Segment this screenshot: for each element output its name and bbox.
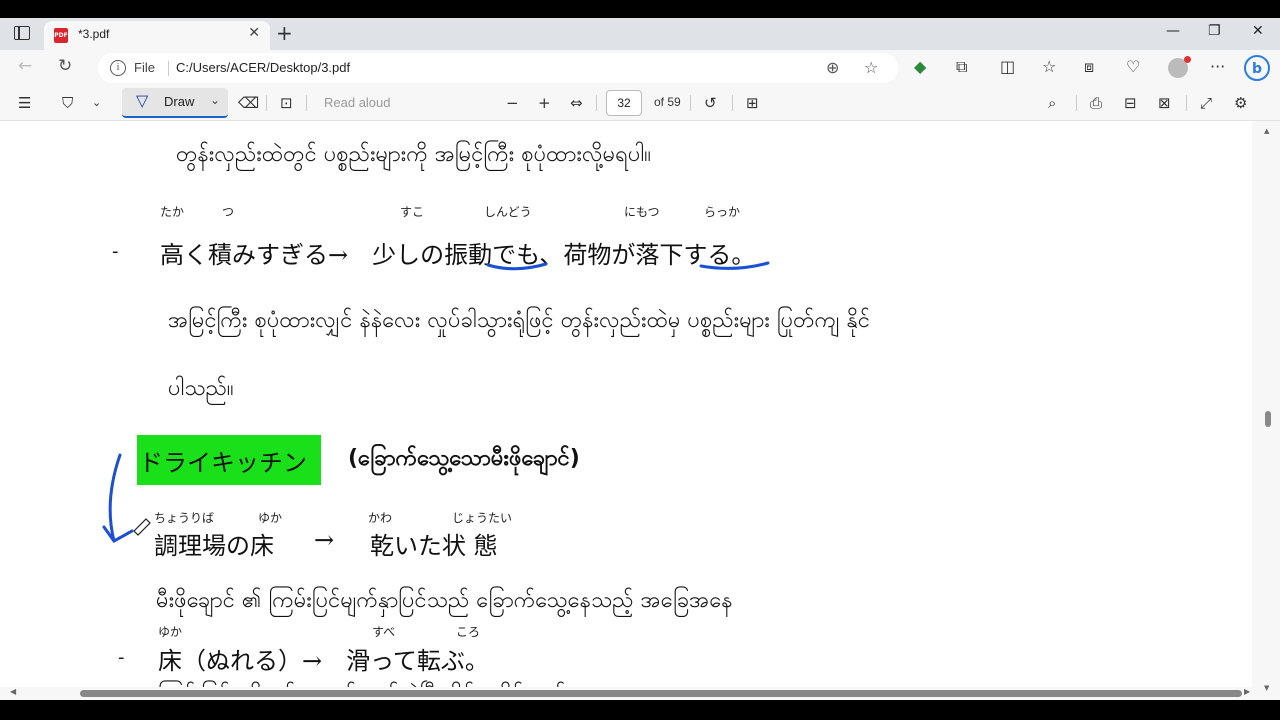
- back-arrow-icon[interactable]: ←: [18, 56, 32, 76]
- collections-icon[interactable]: ⧈: [1084, 57, 1094, 77]
- tab-actions-icon[interactable]: [14, 26, 30, 40]
- divider: [266, 95, 267, 111]
- divider: [306, 95, 307, 111]
- scroll-up-icon[interactable]: ▲: [1264, 127, 1269, 135]
- extension-icon[interactable]: ◆: [914, 57, 926, 76]
- favorite-star-icon[interactable]: ☆: [864, 58, 878, 77]
- scroll-left-icon[interactable]: ◀: [10, 687, 16, 696]
- page-number-input[interactable]: 32: [606, 90, 642, 116]
- save-icon[interactable]: ⊟: [1124, 94, 1137, 112]
- close-window-button[interactable]: ✕: [1252, 23, 1264, 39]
- divider: [596, 95, 597, 111]
- info-icon[interactable]: i: [110, 60, 126, 76]
- url-text[interactable]: C:/Users/ACER/Desktop/3.pdf: [176, 60, 350, 75]
- split-screen-icon[interactable]: ◫: [1000, 57, 1015, 76]
- zoom-in-icon[interactable]: +: [538, 94, 551, 112]
- scroll-right-icon[interactable]: ▶: [1244, 687, 1250, 696]
- zoom-out-icon[interactable]: −: [506, 94, 519, 112]
- read-aloud-button[interactable]: Read aloud: [324, 95, 391, 110]
- fit-to-width-icon[interactable]: ⇔: [570, 94, 583, 112]
- horizontal-scrollbar[interactable]: ◀ ▶: [0, 687, 1252, 700]
- browser-window: PDF *3.pdf ✕ + — ❐ ✕ ← ↻ i File C:/Users…: [0, 18, 1280, 700]
- fullscreen-icon[interactable]: ⤢: [1200, 94, 1212, 112]
- search-icon[interactable]: ⌕: [1048, 94, 1056, 112]
- extensions-puzzle-icon[interactable]: ⧉: [956, 57, 967, 77]
- minimize-button[interactable]: —: [1166, 23, 1180, 39]
- more-menu-icon[interactable]: ···: [1210, 57, 1225, 76]
- divider: [1186, 95, 1187, 111]
- eraser-icon[interactable]: ⌫: [238, 94, 259, 112]
- address-bar[interactable]: i File C:/Users/ACER/Desktop/3.pdf ⊕ ☆: [98, 53, 898, 83]
- scroll-down-icon[interactable]: ▼: [1264, 684, 1269, 692]
- divider: [690, 95, 691, 111]
- chevron-down-icon[interactable]: ⌄: [92, 96, 101, 109]
- chevron-down-icon[interactable]: ⌄: [210, 93, 220, 107]
- rotate-icon[interactable]: ↺: [704, 94, 717, 112]
- favorites-icon[interactable]: ☆: [1042, 57, 1056, 76]
- divider: [732, 95, 733, 111]
- divider: [1076, 95, 1077, 111]
- draw-button[interactable]: ▽ Draw ⌄: [122, 88, 228, 118]
- ink-arrow: [102, 453, 134, 543]
- new-tab-button[interactable]: +: [276, 21, 293, 45]
- browser-essentials-icon[interactable]: ♡: [1126, 57, 1140, 76]
- tab-title: *3.pdf: [78, 27, 110, 41]
- add-text-icon[interactable]: ⊡: [280, 94, 293, 112]
- vertical-scrollbar[interactable]: ▲ ▼: [1252, 121, 1280, 700]
- copilot-icon[interactable]: b: [1244, 55, 1270, 81]
- save-as-icon[interactable]: ⊠: [1158, 94, 1171, 112]
- print-icon[interactable]: ⎙: [1090, 94, 1102, 112]
- page-total-label: of 59: [654, 95, 681, 109]
- tab-close-icon[interactable]: ✕: [248, 25, 260, 41]
- pen-cursor-icon: [133, 518, 151, 536]
- divider: [168, 61, 169, 76]
- draw-pen-icon: ▽: [136, 91, 149, 110]
- settings-gear-icon[interactable]: ⚙: [1234, 94, 1247, 112]
- scheme-label: File: [134, 60, 155, 75]
- zoom-icon[interactable]: ⊕: [826, 58, 839, 77]
- tab-pdf[interactable]: PDF *3.pdf ✕: [44, 21, 270, 50]
- profile-avatar[interactable]: [1168, 56, 1191, 78]
- page-view-icon[interactable]: ⊞: [746, 94, 759, 112]
- ink-underline-rakka: [699, 261, 770, 270]
- refresh-icon[interactable]: ↻: [58, 56, 72, 76]
- pdf-file-icon: PDF: [54, 28, 68, 43]
- ink-underline-shindou: [486, 262, 548, 271]
- tab-strip: PDF *3.pdf ✕ + — ❐ ✕: [0, 18, 1280, 50]
- pdf-page[interactable]: တွန်းလှည်းထဲတွင် ပစ္စည်းများကို အမြင့်ကြ…: [0, 121, 1252, 687]
- address-bar-row: ← ↻ i File C:/Users/ACER/Desktop/3.pdf ⊕…: [0, 50, 1280, 86]
- pdf-toolbar: ☰ ⛉ ⌄ ▽ Draw ⌄ ⌫ ⊡ Read aloud − + ⇔ 32 o…: [0, 86, 1280, 121]
- restore-button[interactable]: ❐: [1208, 23, 1221, 39]
- highlight-icon[interactable]: ⛉: [62, 94, 73, 112]
- ink-annotations: [102, 261, 770, 543]
- scroll-thumb[interactable]: [1265, 411, 1271, 427]
- scroll-thumb[interactable]: [80, 690, 1242, 697]
- contents-list-icon[interactable]: ☰: [18, 94, 31, 112]
- draw-label: Draw: [164, 94, 195, 109]
